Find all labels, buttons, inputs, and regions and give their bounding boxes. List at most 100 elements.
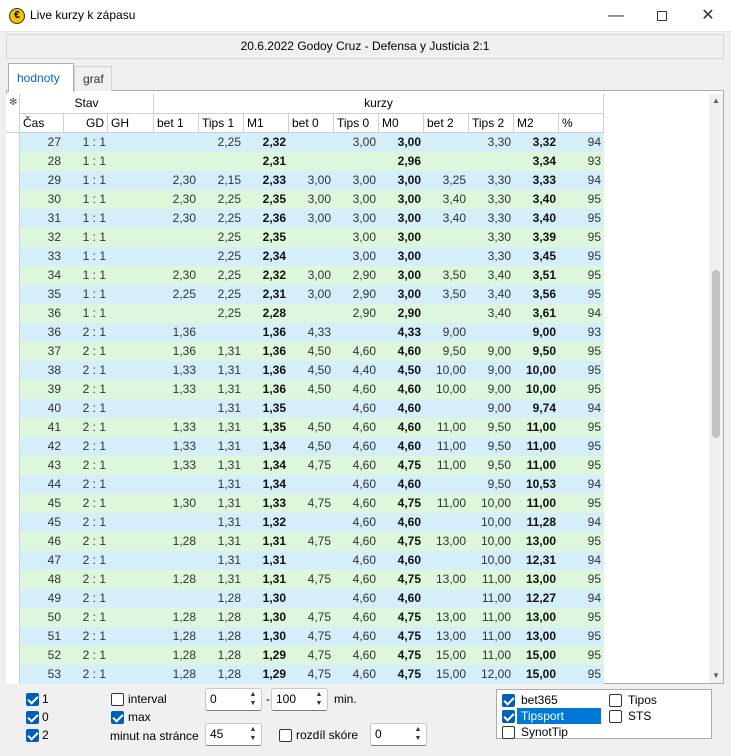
odds-grid[interactable]: ✻ Stav kurzy Čas GD GH bet 1 Tips 1 M1 b… <box>6 94 604 684</box>
row-selector[interactable] <box>6 171 20 190</box>
table-row[interactable]: 34 1 : 1 2,30 2,25 2,32 3,00 2,90 3,00 3,50 3,40 3… <box>6 266 604 285</box>
row-selector[interactable] <box>6 551 20 570</box>
row-selector[interactable] <box>6 361 20 380</box>
close-button[interactable]: ✕ <box>685 0 731 32</box>
synottip-checkbox[interactable] <box>502 726 515 739</box>
col-tips0[interactable]: Tips 0 <box>334 114 379 133</box>
table-row[interactable]: 44 2 : 1 1,31 1,34 4,60 4,60 9,50 10,53 94 <box>6 475 604 494</box>
table-row[interactable]: 37 2 : 1 1,36 1,31 1,36 4,50 4,60 4,60 9,50 9,00 9… <box>6 342 604 361</box>
col-tips2[interactable]: Tips 2 <box>469 114 514 133</box>
grid-corner[interactable]: ✻ <box>6 94 20 133</box>
bet365-checkbox[interactable] <box>502 694 515 707</box>
row-selector[interactable] <box>6 437 20 456</box>
col-m1[interactable]: M1 <box>244 114 289 133</box>
interval-checkbox[interactable] <box>111 693 124 706</box>
table-row[interactable]: 48 2 : 1 1,28 1,31 1,31 4,75 4,60 4,75 13,00 11,0… <box>6 570 604 589</box>
col-m0[interactable]: M0 <box>379 114 424 133</box>
table-row[interactable]: 52 2 : 1 1,28 1,28 1,29 4,75 4,60 4,75 15,00 11,0… <box>6 646 604 665</box>
col-percent[interactable]: % <box>559 114 604 133</box>
table-row[interactable]: 32 1 : 1 2,25 2,35 3,00 3,00 3,30 3,39 95 <box>6 228 604 247</box>
table-row[interactable]: 49 2 : 1 1,28 1,30 4,60 4,60 11,00 12,27 94 <box>6 589 604 608</box>
row-selector[interactable] <box>6 475 20 494</box>
tab-graf[interactable]: graf <box>74 66 112 91</box>
col-bet2[interactable]: bet 2 <box>424 114 469 133</box>
sts-checkbox[interactable] <box>609 710 622 723</box>
vertical-scrollbar[interactable]: ▲ ▼ <box>709 94 723 683</box>
checkbox-1[interactable] <box>26 693 39 706</box>
table-row[interactable]: 33 1 : 1 2,25 2,34 3,00 3,00 3,30 3,45 95 <box>6 247 604 266</box>
table-row[interactable]: 53 2 : 1 1,28 1,28 1,29 4,75 4,60 4,75 15,00 12,0… <box>6 665 604 684</box>
table-row[interactable]: 27 1 : 1 2,25 2,32 3,00 3,00 3,30 3,32 94 <box>6 133 604 152</box>
table-row[interactable]: 30 1 : 1 2,30 2,25 2,35 3,00 3,00 3,00 3,40 3,30 3… <box>6 190 604 209</box>
table-row[interactable]: 45 2 : 1 1,31 1,32 4,60 4,60 10,00 11,28 94 <box>6 513 604 532</box>
table-row[interactable]: 46 2 : 1 1,28 1,31 1,31 4,75 4,60 4,75 13,00 10,0… <box>6 532 604 551</box>
row-selector[interactable] <box>6 418 20 437</box>
table-row[interactable]: 40 2 : 1 1,31 1,35 4,60 4,60 9,00 9,74 94 <box>6 399 604 418</box>
col-bet1[interactable]: bet 1 <box>154 114 199 133</box>
table-row[interactable]: 45 2 : 1 1,30 1,31 1,33 4,75 4,60 4,75 11,00 10,0… <box>6 494 604 513</box>
spinner-arrows-icon[interactable]: ▲ ▼ <box>247 690 259 709</box>
table-row[interactable]: 39 2 : 1 1,33 1,31 1,36 4,50 4,60 4,60 10,00 9,00… <box>6 380 604 399</box>
minimize-button[interactable]: — <box>593 0 639 32</box>
row-selector[interactable] <box>6 285 20 304</box>
table-row[interactable]: 50 2 : 1 1,28 1,28 1,30 4,75 4,60 4,75 13,00 11,0… <box>6 608 604 627</box>
row-selector[interactable] <box>6 266 20 285</box>
row-selector[interactable] <box>6 228 20 247</box>
col-bet0[interactable]: bet 0 <box>289 114 334 133</box>
table-row[interactable]: 36 1 : 1 2,25 2,28 2,90 2,90 3,40 3,61 94 <box>6 304 604 323</box>
checkbox-2[interactable] <box>26 729 39 742</box>
col-m2[interactable]: M2 <box>514 114 559 133</box>
interval-to-spinner[interactable]: 100 ▲ ▼ <box>271 688 328 711</box>
tipos-checkbox[interactable] <box>609 694 622 707</box>
row-selector[interactable] <box>6 665 20 684</box>
row-selector[interactable] <box>6 342 20 361</box>
row-selector[interactable] <box>6 494 20 513</box>
spinner-arrows-icon[interactable]: ▲ ▼ <box>247 725 259 744</box>
table-row[interactable]: 31 1 : 1 2,30 2,25 2,36 3,00 3,00 3,00 3,40 3,30 3… <box>6 209 604 228</box>
checkbox-0[interactable] <box>26 711 39 724</box>
scroll-up-icon[interactable]: ▲ <box>709 94 723 108</box>
table-row[interactable]: 35 1 : 1 2,25 2,25 2,31 3,00 2,90 3,00 3,50 3,40 3… <box>6 285 604 304</box>
spinner-arrows-icon[interactable]: ▲ ▼ <box>412 725 424 744</box>
spinner-arrows-icon[interactable]: ▲ ▼ <box>313 690 325 709</box>
table-row[interactable]: 51 2 : 1 1,28 1,28 1,30 4,75 4,60 4,75 13,00 11,0… <box>6 627 604 646</box>
interval-from-spinner[interactable]: 0 ▲ ▼ <box>205 688 262 711</box>
row-selector[interactable] <box>6 532 20 551</box>
table-row[interactable]: 36 2 : 1 1,36 1,36 4,33 4,33 9,00 9,00 93 <box>6 323 604 342</box>
bookmaker-list[interactable]: bet365 Tipsport SynotTip Tipos STS <box>496 689 712 739</box>
table-row[interactable]: 29 1 : 1 2,30 2,15 2,33 3,00 3,00 3,00 3,25 3,30 3… <box>6 171 604 190</box>
rozdil-spinner[interactable]: 0 ▲ ▼ <box>370 723 427 746</box>
table-row[interactable]: 47 2 : 1 1,31 1,31 4,60 4,60 10,00 12,31 94 <box>6 551 604 570</box>
row-selector[interactable] <box>6 247 20 266</box>
table-row[interactable]: 42 2 : 1 1,33 1,31 1,34 4,50 4,60 4,60 11,00 9,50… <box>6 437 604 456</box>
col-tips1[interactable]: Tips 1 <box>199 114 244 133</box>
row-selector[interactable] <box>6 399 20 418</box>
row-selector[interactable] <box>6 380 20 399</box>
rozdil-skore-checkbox[interactable] <box>279 729 292 742</box>
row-selector[interactable] <box>6 570 20 589</box>
row-selector[interactable] <box>6 133 20 152</box>
col-gh[interactable]: GH <box>108 114 154 133</box>
row-selector[interactable] <box>6 190 20 209</box>
table-row[interactable]: 41 2 : 1 1,33 1,31 1,35 4,50 4,60 4,60 11,00 9,50… <box>6 418 604 437</box>
tab-hodnoty[interactable]: hodnoty <box>8 63 74 92</box>
row-selector[interactable] <box>6 456 20 475</box>
row-selector[interactable] <box>6 209 20 228</box>
table-row[interactable]: 28 1 : 1 2,31 2,96 3,34 93 <box>6 152 604 171</box>
row-selector[interactable] <box>6 589 20 608</box>
table-row[interactable]: 38 2 : 1 1,33 1,31 1,36 4,50 4,40 4,50 10,00 9,00… <box>6 361 604 380</box>
scroll-down-icon[interactable]: ▼ <box>709 669 723 683</box>
row-selector[interactable] <box>6 627 20 646</box>
row-selector[interactable] <box>6 323 20 342</box>
minut-spinner[interactable]: 45 ▲ ▼ <box>205 723 262 746</box>
maximize-button[interactable] <box>639 0 685 32</box>
row-selector[interactable] <box>6 152 20 171</box>
col-cas[interactable]: Čas <box>20 114 64 133</box>
row-selector[interactable] <box>6 513 20 532</box>
scrollbar-thumb[interactable] <box>712 270 720 438</box>
row-selector[interactable] <box>6 646 20 665</box>
table-row[interactable]: 43 2 : 1 1,33 1,31 1,34 4,75 4,60 4,75 11,00 9,50… <box>6 456 604 475</box>
max-checkbox[interactable] <box>111 711 124 724</box>
row-selector[interactable] <box>6 608 20 627</box>
col-gd[interactable]: GD <box>64 114 108 133</box>
